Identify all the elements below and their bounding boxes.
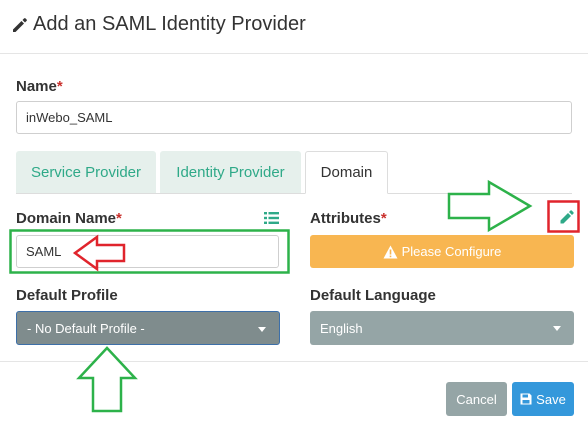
- annotation-green-box: [9, 229, 290, 274]
- annotation-green-arrow-up: [76, 346, 138, 413]
- annotation-red-arrow: [72, 234, 126, 272]
- annotation-green-arrow-right: [447, 179, 533, 233]
- annotation-overlay: [9, 179, 580, 413]
- annotation-red-box: [547, 200, 580, 233]
